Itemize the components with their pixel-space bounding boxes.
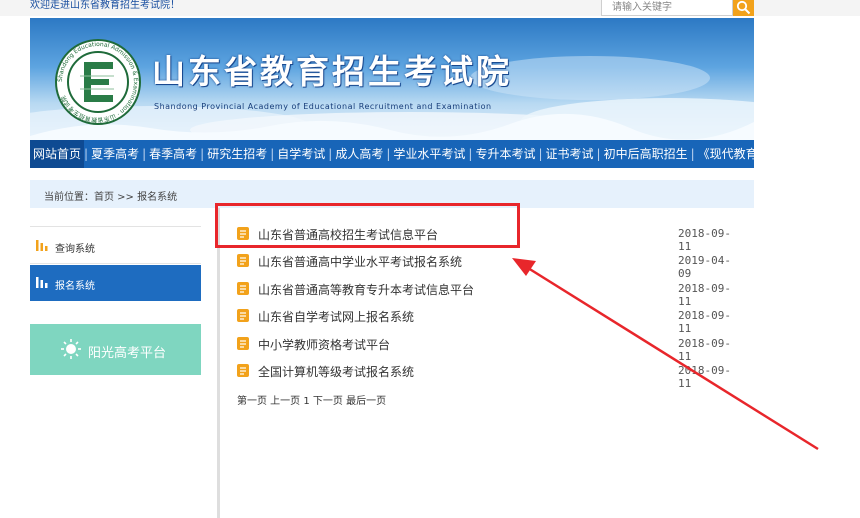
- document-icon: [237, 364, 249, 377]
- sidebar-item-label: 报名系统: [55, 281, 95, 292]
- nav-item-modern-education[interactable]: 《现代教育》: [695, 140, 754, 168]
- nav-item-home[interactable]: 网站首页: [30, 140, 85, 168]
- main-nav: 网站首页 | 夏季高考 | 春季高考 | 研究生招考 | 自学考试 | 成人高考…: [30, 140, 754, 168]
- nav-item-summer-exam[interactable]: 夏季高考: [88, 140, 142, 168]
- welcome-text: 欢迎走进山东省教育招生考试院！: [30, 0, 180, 11]
- column-divider: [217, 208, 220, 518]
- nav-item-self-study[interactable]: 自学考试: [274, 140, 328, 168]
- sidebar-item-query[interactable]: 查询系统: [30, 228, 201, 264]
- sunshine-gaokao-banner[interactable]: 阳光高考平台: [30, 324, 201, 375]
- academy-seal-logo: Shandong Educational Admission & Examina…: [55, 39, 141, 125]
- list-item-title[interactable]: 山东省普通高等教育专升本考试信息平台: [258, 281, 474, 298]
- list-item-title[interactable]: 中小学教师资格考试平台: [258, 336, 390, 353]
- search-icon: [736, 0, 751, 15]
- document-icon: [237, 254, 249, 267]
- sidebar-item-label: 查询系统: [55, 244, 95, 255]
- site-subtitle: Shandong Provincial Academy of Education…: [154, 102, 492, 111]
- pagination[interactable]: 第一页 上一页 1 下一页 最后一页: [237, 392, 386, 407]
- list-item-title[interactable]: 全国计算机等级考试报名系统: [258, 363, 414, 380]
- list-item-title[interactable]: 山东省普通高中学业水平考试报名系统: [258, 253, 462, 270]
- bar-chart-icon: [36, 277, 48, 288]
- list-item-date: 2018-09-11: [678, 309, 731, 335]
- nav-item-spring-exam[interactable]: 春季高考: [146, 140, 200, 168]
- nav-item-graduate[interactable]: 研究生招考: [204, 140, 270, 168]
- search-input[interactable]: [601, 0, 733, 16]
- nav-item-upgrade[interactable]: 专升本考试: [472, 140, 538, 168]
- list-item[interactable]: 山东省普通高中学业水平考试报名系统 2019-04-09: [237, 251, 737, 280]
- list-item-date: 2018-09-11: [678, 337, 731, 363]
- site-title: 山东省教育招生考试院: [152, 52, 512, 91]
- document-icon: [237, 309, 249, 322]
- sunshine-gaokao-label: 阳光高考平台: [88, 346, 167, 361]
- document-icon: [237, 337, 249, 350]
- annotation-highlight-box: [215, 203, 520, 248]
- list-item-date: 2019-04-09: [678, 254, 731, 280]
- header-banner: Shandong Educational Admission & Examina…: [30, 18, 754, 140]
- list-item[interactable]: 中小学教师资格考试平台 2018-09-11: [237, 334, 737, 363]
- nav-item-adult-exam[interactable]: 成人高考: [332, 140, 386, 168]
- sun-icon: [61, 339, 81, 359]
- nav-item-proficiency[interactable]: 学业水平考试: [390, 140, 468, 168]
- nav-item-certificate[interactable]: 证书考试: [543, 140, 597, 168]
- bar-chart-icon: [36, 240, 48, 251]
- list-item[interactable]: 山东省自学考试网上报名系统 2018-09-11: [237, 306, 737, 335]
- document-icon: [237, 282, 249, 295]
- list-item[interactable]: 山东省普通高等教育专升本考试信息平台 2018-09-11: [237, 279, 737, 308]
- sidebar-top-divider: [30, 226, 201, 227]
- list-item-date: 2018-09-11: [678, 364, 731, 390]
- breadcrumb: 当前位置：首页 >> 报名系统: [44, 192, 178, 203]
- nav-item-vocational[interactable]: 初中后高职招生: [601, 140, 691, 168]
- list-item-date: 2018-09-11: [678, 227, 731, 253]
- search-button[interactable]: [733, 0, 754, 16]
- list-item-title[interactable]: 山东省自学考试网上报名系统: [258, 308, 414, 325]
- list-item-date: 2018-09-11: [678, 282, 731, 308]
- sidebar-item-registration[interactable]: 报名系统: [30, 265, 201, 301]
- list-item[interactable]: 全国计算机等级考试报名系统 2018-09-11: [237, 361, 737, 390]
